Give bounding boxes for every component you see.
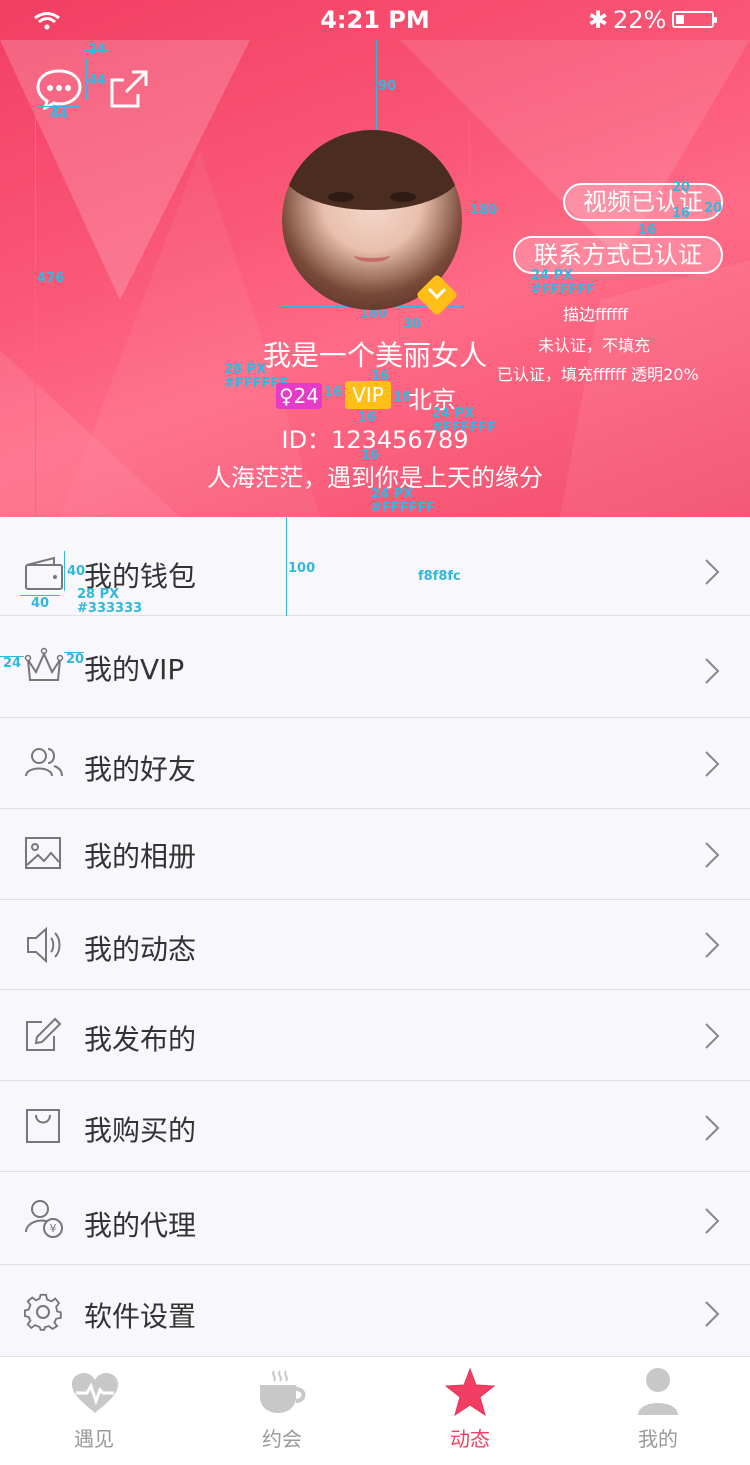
measure-label: 24 PX	[531, 268, 574, 283]
measure-line	[64, 551, 65, 591]
measure-line	[286, 517, 287, 616]
chevron-right-icon	[705, 1023, 720, 1049]
person-icon	[638, 1368, 678, 1415]
measure-label: 16	[371, 369, 390, 384]
tab-label: 遇见	[74, 1427, 114, 1451]
chevron-right-icon	[705, 751, 720, 777]
edit-icon	[26, 1017, 62, 1051]
chevron-right-icon	[705, 932, 720, 958]
bag-icon	[26, 1109, 60, 1143]
menu-item-settings[interactable]: 软件设置	[0, 1265, 750, 1356]
measure-label: 40	[67, 564, 86, 579]
measure-label: #FFFFFF	[371, 501, 436, 516]
age-tag: ♀24	[276, 383, 322, 409]
measure-label: 100	[288, 561, 316, 576]
svg-text:¥: ¥	[50, 1222, 57, 1235]
wallet-icon	[25, 556, 63, 590]
measure-label: 30	[403, 317, 422, 332]
bluetooth-icon: ✱	[588, 6, 609, 34]
chevron-right-icon	[705, 842, 720, 868]
battery-icon	[672, 11, 717, 28]
measure-label: 40	[31, 596, 50, 611]
speaker-icon	[27, 926, 61, 964]
measure-label: 90	[378, 79, 397, 94]
menu-label: 我购买的	[84, 1114, 197, 1147]
menu-label: 我的相册	[84, 840, 197, 873]
measure-label: 28 PX	[77, 587, 120, 602]
menu-label: 我发布的	[84, 1023, 197, 1056]
gear-icon	[24, 1293, 62, 1331]
measure-label: 16	[324, 385, 343, 400]
chevron-right-icon	[705, 658, 720, 684]
measure-label: 20	[704, 201, 723, 216]
tab-meet[interactable]: 遇见	[0, 1357, 188, 1465]
menu-label: 我的动态	[84, 933, 197, 966]
heart-pulse-icon	[72, 1373, 118, 1413]
chat-bubble-icon[interactable]	[36, 68, 82, 110]
status-bar: 4:21 PM ✱ 22%	[0, 0, 750, 40]
menu-item-friends[interactable]: 我的好友	[0, 718, 750, 809]
battery-percent: 22%	[613, 6, 667, 34]
measure-label: 16	[638, 223, 657, 238]
measure-label: 180	[470, 203, 498, 218]
video-verified-badge: 视频已认证	[563, 183, 723, 221]
tab-label: 动态	[450, 1427, 490, 1451]
menu-item-wallet[interactable]: 我的钱包 100 f8f8fc 40 40 28 PX #333333	[0, 517, 750, 616]
spec-note: 描边ffffff	[563, 305, 629, 324]
crown-icon	[24, 647, 64, 681]
menu-item-agent[interactable]: ¥ 我的代理	[0, 1172, 750, 1265]
menu-item-published[interactable]: 我发布的	[0, 990, 750, 1081]
tab-mine[interactable]: 我的	[564, 1357, 750, 1465]
tab-label: 约会	[262, 1427, 302, 1451]
chevron-right-icon	[705, 1301, 720, 1327]
chevron-right-icon	[705, 1208, 720, 1234]
measure-line	[376, 40, 377, 130]
chevron-right-icon	[705, 1115, 720, 1141]
measure-label: 44	[50, 107, 69, 122]
menu-label: 我的好友	[84, 753, 197, 786]
menu-item-album[interactable]: 我的相册	[0, 809, 750, 900]
measure-label: 44	[88, 73, 107, 88]
measure-label: 28 PX	[224, 362, 267, 377]
coffee-icon	[260, 1370, 306, 1413]
friends-icon	[25, 748, 63, 777]
measure-label: 24	[3, 656, 22, 671]
tab-dating[interactable]: 约会	[188, 1357, 376, 1465]
bottom-tab-bar: 遇见 约会 动态 我的	[0, 1356, 750, 1465]
measure-line	[84, 50, 108, 51]
measure-label: 20	[66, 652, 85, 667]
profile-name: 我是一个美丽女人	[262, 339, 487, 372]
menu-label: 我的VIP	[84, 653, 185, 686]
profile-header: 4:21 PM ✱ 22% 476 24 44 44 90 180 180 30…	[0, 0, 750, 517]
measure-label: 476	[37, 271, 65, 286]
menu-label: 我的代理	[84, 1209, 197, 1242]
measure-label: 24 PX	[371, 487, 414, 502]
measure-label: 20	[672, 180, 691, 195]
chevron-right-icon	[705, 559, 720, 585]
tab-label: 我的	[638, 1427, 678, 1451]
measure-label: f8f8fc	[418, 569, 461, 584]
measure-label: #333333	[77, 601, 143, 616]
album-icon	[25, 837, 61, 869]
menu-label: 软件设置	[84, 1300, 197, 1333]
chevron-down-icon	[427, 287, 447, 300]
measure-label: 24 PX	[432, 406, 475, 421]
share-icon[interactable]	[108, 68, 150, 110]
tab-moments[interactable]: 动态	[376, 1357, 564, 1465]
menu-item-moments[interactable]: 我的动态	[0, 900, 750, 990]
star-icon	[444, 1367, 496, 1417]
menu-item-purchased[interactable]: 我购买的	[0, 1081, 750, 1172]
measure-label: 16	[672, 206, 691, 221]
measure-label: #FFFFFF	[531, 282, 596, 297]
menu-item-vip[interactable]: 我的VIP 24 20	[0, 616, 750, 718]
agent-icon: ¥	[25, 1200, 63, 1238]
measure-line	[86, 58, 87, 100]
vip-tag: VIP	[345, 381, 391, 409]
